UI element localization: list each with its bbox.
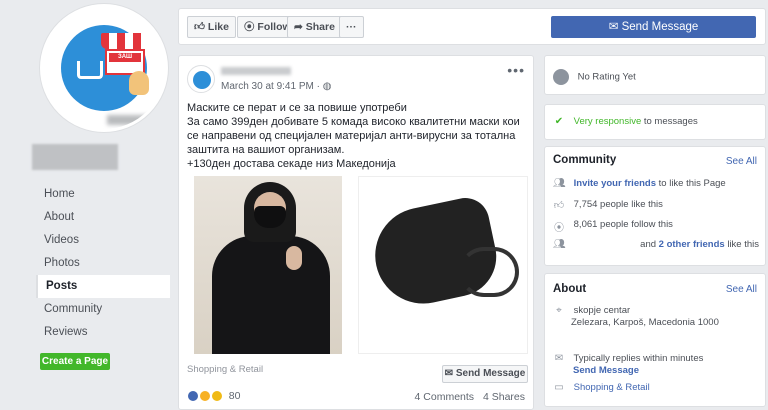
follows-row: ⦿ 8,061 people follow this bbox=[553, 219, 673, 235]
community-title: Community bbox=[553, 154, 617, 166]
rss-icon: ⦿ bbox=[554, 223, 564, 235]
like-label: Like bbox=[207, 21, 229, 33]
hand-icon bbox=[129, 71, 149, 95]
shares-count-link[interactable]: 4 Shares bbox=[483, 391, 525, 403]
comments-count-link[interactable]: 4 Comments bbox=[415, 391, 475, 403]
follows-count-text: 8,061 people follow this bbox=[573, 219, 673, 230]
post-text: Маските се перат и се за повише употреби… bbox=[187, 101, 527, 171]
messenger-check-icon: ✔ bbox=[554, 116, 564, 128]
nav-item-community[interactable]: Community bbox=[36, 298, 170, 321]
nav-item-home[interactable]: Home bbox=[36, 183, 170, 206]
send-message-label: Send Message bbox=[621, 21, 699, 33]
category-row: ▭ Shopping & Retail bbox=[553, 382, 650, 394]
post-line-3: +130ден достава секаде низ Македонија bbox=[187, 158, 396, 170]
responsive-rest: to messages bbox=[643, 116, 698, 127]
blurred-name bbox=[107, 115, 165, 125]
post-line-2: За само 399ден добивате 5 комада високо … bbox=[187, 116, 520, 156]
address-line-1: skopje centar bbox=[573, 305, 631, 316]
post-send-message-button[interactable]: ✉ Send Message bbox=[442, 365, 528, 383]
post-card: March 30 at 9:41 PM · ◍ ••• Маските се п… bbox=[178, 55, 534, 410]
invite-friends-row: 👥︎ Invite your friends to like this Page bbox=[553, 178, 726, 189]
rss-icon: ⦿ bbox=[244, 21, 255, 33]
post-line-1: Маските се перат и се за повише употреби bbox=[187, 102, 407, 114]
post-options-icon[interactable]: ••• bbox=[507, 62, 525, 78]
post-author-name-blurred[interactable] bbox=[221, 67, 291, 75]
tag-icon: ▭ bbox=[554, 382, 564, 394]
rating-icon bbox=[553, 69, 569, 85]
nav-item-reviews[interactable]: Reviews bbox=[36, 321, 170, 344]
post-stats: 4 Comments 4 Shares bbox=[415, 391, 525, 403]
friends-icon: 👥︎ bbox=[553, 239, 566, 251]
haha-reaction-icon bbox=[198, 390, 211, 403]
messenger-icon: ✉ bbox=[444, 368, 454, 379]
post-photo-woman[interactable] bbox=[194, 176, 342, 354]
nav-item-posts[interactable]: Posts bbox=[36, 275, 170, 298]
messenger-icon: ✉ bbox=[608, 21, 619, 33]
about-title: About bbox=[553, 283, 587, 295]
replies-text: Typically replies within minutes bbox=[573, 353, 704, 364]
like-button[interactable]: 👍︎ Like bbox=[187, 16, 236, 38]
follow-label: Follow bbox=[257, 21, 291, 33]
responsive-row: ✔ Very responsive to messages bbox=[553, 116, 698, 127]
friends-rest-text: like this bbox=[727, 239, 759, 250]
create-page-button[interactable]: Create a Page bbox=[40, 353, 110, 370]
messenger-icon: ✉ bbox=[554, 353, 564, 365]
cart-icon bbox=[77, 61, 103, 79]
left-column: ЗАШ Home About Videos Photos Posts Commu… bbox=[0, 0, 178, 405]
like-reaction-icon bbox=[187, 390, 199, 403]
post-photo-mask[interactable] bbox=[358, 176, 528, 354]
friends-and-text: and bbox=[640, 239, 657, 250]
share-icon: ➦ bbox=[294, 21, 303, 33]
rating-card: No Rating Yet bbox=[544, 55, 766, 95]
thumbs-up-icon: 👍︎ bbox=[194, 21, 205, 33]
reactions-count: 80 bbox=[228, 390, 241, 402]
replies-row: ✉ Typically replies within minutes bbox=[553, 353, 704, 365]
likes-row: 👍︎ 7,754 people like this bbox=[553, 199, 663, 212]
share-button[interactable]: ➦ Share bbox=[287, 16, 342, 38]
invite-rest-text: to like this Page bbox=[658, 178, 726, 189]
invite-friends-icon: 👥︎ bbox=[553, 178, 566, 190]
post-date-text: March 30 at 9:41 PM bbox=[221, 81, 314, 92]
about-category-link[interactable]: Shopping & Retail bbox=[574, 382, 650, 393]
share-label: Share bbox=[305, 21, 335, 33]
nav-item-videos[interactable]: Videos bbox=[36, 229, 170, 252]
community-see-all-link[interactable]: See All bbox=[726, 156, 757, 167]
nav-item-photos[interactable]: Photos bbox=[36, 252, 170, 275]
post-timestamp[interactable]: March 30 at 9:41 PM · ◍ bbox=[221, 81, 331, 92]
rating-row: No Rating Yet bbox=[553, 69, 636, 85]
store-awning-icon bbox=[101, 33, 149, 49]
likes-count-text: 7,754 people like this bbox=[573, 199, 663, 210]
globe-icon: · ◍ bbox=[316, 81, 332, 92]
store-sign: ЗАШ bbox=[109, 53, 141, 62]
rating-text: No Rating Yet bbox=[577, 71, 636, 83]
post-send-message-label: Send Message bbox=[455, 368, 526, 379]
thumbs-up-icon: 👍︎ bbox=[553, 200, 565, 212]
about-see-all-link[interactable]: See All bbox=[726, 284, 757, 295]
responsive-highlight: Very responsive bbox=[573, 116, 642, 127]
invite-friends-link[interactable]: Invite your friends bbox=[574, 178, 656, 189]
friends-like-row: 👥︎ and 2 other friends like this bbox=[553, 239, 759, 250]
more-options-button[interactable]: ··· bbox=[339, 16, 364, 38]
send-message-button[interactable]: ✉ Send Message bbox=[551, 16, 756, 38]
blurred-page-title bbox=[32, 144, 118, 170]
post-author-avatar[interactable] bbox=[187, 65, 215, 93]
map-pin-icon: ⌖ bbox=[556, 305, 562, 317]
community-card: Community See All 👥︎ Invite your friends… bbox=[544, 146, 766, 266]
post-category: Shopping & Retail bbox=[187, 364, 264, 375]
address-row: ⌖ skopje centar bbox=[553, 305, 630, 316]
responsiveness-card: ✔ Very responsive to messages bbox=[544, 104, 766, 140]
page-nav: Home About Videos Photos Posts Community… bbox=[36, 183, 170, 344]
about-card: About See All ⌖ skopje centar Zelezara, … bbox=[544, 273, 766, 407]
about-send-message-link[interactable]: Send Message bbox=[573, 365, 639, 376]
nav-item-about[interactable]: About bbox=[36, 206, 170, 229]
page-action-bar: 👍︎ Like ⦿ Follow ➦ Share ··· ✉ Send Mess… bbox=[178, 8, 766, 45]
other-friends-link[interactable]: 2 other friends bbox=[659, 239, 725, 250]
address-line-2: Zelezara, Karpoš, Macedonia 1000 bbox=[571, 317, 719, 328]
sad-reaction-icon bbox=[210, 390, 223, 403]
reactions-summary[interactable]: 80 bbox=[187, 390, 241, 403]
page-profile-picture[interactable]: ЗАШ bbox=[40, 4, 168, 132]
